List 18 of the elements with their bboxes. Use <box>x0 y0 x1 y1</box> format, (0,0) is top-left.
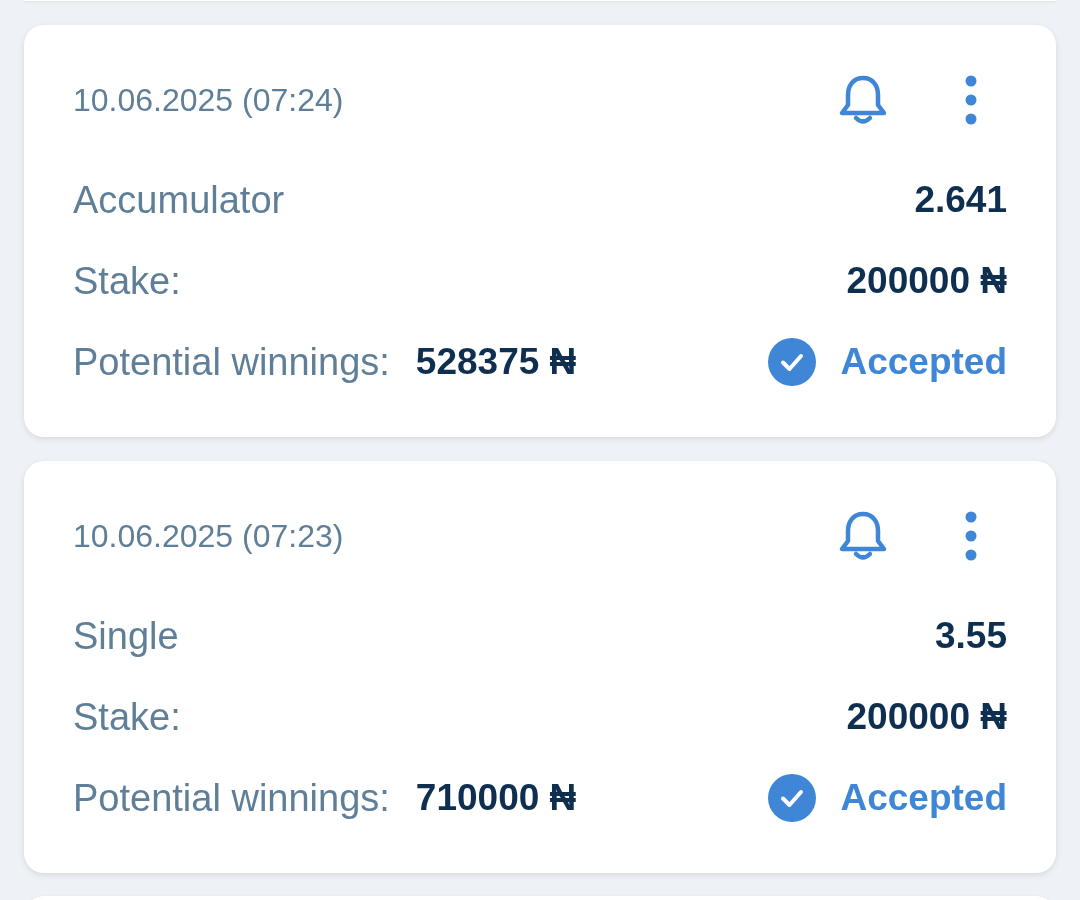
more-options-icon[interactable] <box>965 511 977 561</box>
winnings-value: 710000 ₦ <box>415 777 578 819</box>
stake-value: 200000 ₦ <box>846 696 1007 738</box>
status-label: Accepted <box>840 777 1007 819</box>
status-label: Accepted <box>840 341 1007 383</box>
winnings-label: Potential winnings: <box>73 776 390 820</box>
stake-label: Stake: <box>73 695 182 739</box>
bet-type: Accumulator <box>73 178 286 222</box>
more-options-icon[interactable] <box>965 75 977 125</box>
winnings-label: Potential winnings: <box>73 340 390 384</box>
bet-date: 10.06.2025 (07:24) <box>73 81 345 119</box>
winnings-value: 528375 ₦ <box>415 341 578 383</box>
stake-value: 200000 ₦ <box>846 260 1007 302</box>
bet-type: Single <box>73 614 180 658</box>
stake-label: Stake: <box>73 259 182 303</box>
odds-value: 3.55 <box>935 615 1007 657</box>
bet-date: 10.06.2025 (07:23) <box>73 517 345 555</box>
odds-value: 2.641 <box>914 179 1007 221</box>
